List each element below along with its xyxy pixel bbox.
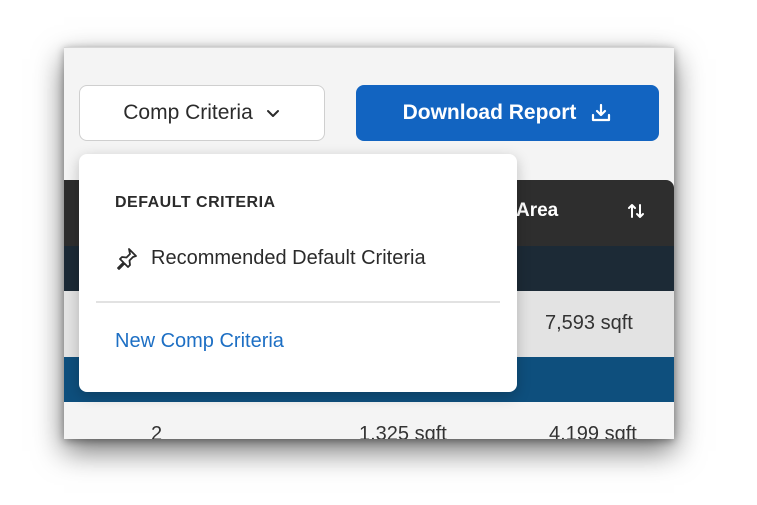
app-window: Comp Criteria Download Report Area 7,593… (64, 47, 674, 439)
cell-area: 7,593 sqft (545, 312, 633, 334)
cell-area: 4,199 sqft (549, 423, 637, 439)
window-top-border (64, 47, 674, 48)
menu-item-recommended-default[interactable]: Recommended Default Criteria (115, 246, 426, 270)
chevron-down-icon (266, 110, 279, 117)
cell-size: 1,325 sqft (359, 423, 447, 439)
pin-icon (117, 248, 137, 270)
cell-count: 2 (151, 423, 163, 439)
download-report-button[interactable]: Download Report (356, 85, 659, 141)
download-report-label: Download Report (402, 101, 577, 124)
table-row[interactable]: 2 1,325 sqft 4,199 sqft (64, 402, 674, 439)
download-icon (592, 103, 611, 122)
dropdown-section-heading: DEFAULT CRITERIA (115, 194, 276, 211)
column-header-area[interactable]: Area (516, 200, 558, 222)
sort-icon[interactable] (627, 202, 645, 220)
new-comp-criteria-link[interactable]: New Comp Criteria (115, 330, 284, 353)
comp-criteria-label: Comp Criteria (123, 101, 253, 124)
dropdown-divider (96, 301, 500, 303)
comp-criteria-button[interactable]: Comp Criteria (79, 85, 325, 141)
comp-criteria-dropdown: DEFAULT CRITERIA Recommended Default Cri… (79, 154, 517, 392)
menu-item-label: Recommended Default Criteria (151, 246, 426, 269)
